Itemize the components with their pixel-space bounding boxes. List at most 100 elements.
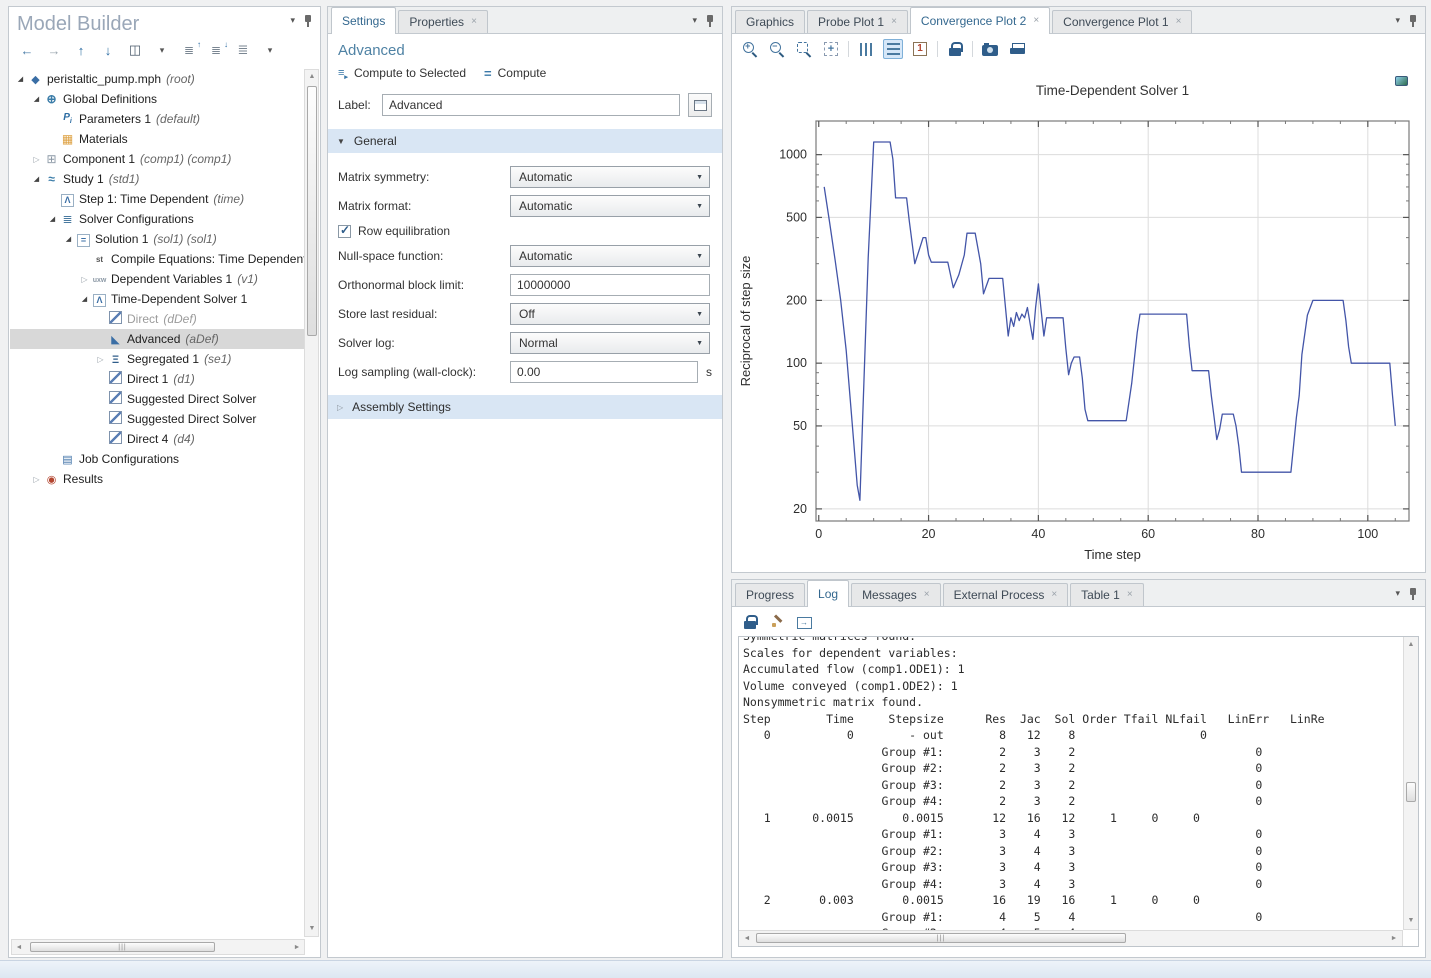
panel-pin-icon[interactable]	[304, 14, 313, 27]
zoom-out-icon[interactable]: −	[767, 39, 787, 59]
tree-item-global-definitions[interactable]: ◢⊕Global Definitions	[10, 89, 306, 109]
log-vertical-scrollbar[interactable]: ▲ ▼	[1403, 637, 1418, 930]
tree-item-solution-1[interactable]: ◢=Solution 1(sol1) (sol1)	[10, 229, 306, 249]
tree-item-study-1[interactable]: ◢≈Study 1(std1)	[10, 169, 306, 189]
tree-item-results[interactable]: ▷◉Results	[10, 469, 306, 489]
tree-item-compile-equations-time-dependent[interactable]: stCompile Equations: Time Dependent	[10, 249, 306, 269]
view-menu-icon[interactable]: ≣	[233, 40, 253, 60]
tree-collapsed-arrow-icon[interactable]: ▷	[30, 475, 43, 484]
move-up-icon[interactable]: ↑	[71, 40, 91, 60]
close-tab-icon[interactable]: ×	[1127, 590, 1133, 600]
zoom-extents-icon[interactable]: +	[821, 39, 841, 59]
tab-external-process[interactable]: External Process×	[943, 583, 1069, 606]
tree-expanded-arrow-icon[interactable]: ◢	[30, 175, 43, 183]
axis-limits-icon[interactable]: 1	[910, 39, 930, 59]
compute-to-selected-button[interactable]: ≡▸Compute to Selected	[338, 65, 466, 81]
section-general-header[interactable]: ▼ General	[328, 129, 722, 153]
panel-pin-icon[interactable]	[1409, 587, 1418, 600]
tree-expanded-arrow-icon[interactable]: ◢	[62, 235, 75, 243]
export-log-icon[interactable]: →	[794, 612, 814, 632]
clear-log-icon[interactable]	[767, 612, 787, 632]
plot-group-icon[interactable]	[1395, 75, 1408, 89]
zoom-in-icon[interactable]: +	[740, 39, 760, 59]
close-tab-icon[interactable]: ×	[1033, 16, 1039, 26]
snapshot-icon[interactable]	[980, 39, 1000, 59]
matrix-symmetry-select[interactable]: Automatic▼	[510, 166, 710, 188]
tree-item-segregated-1[interactable]: ▷ΞSegregated 1(se1)	[10, 349, 306, 369]
tree-horizontal-scrollbar[interactable]: ◄ ► |||	[11, 939, 305, 955]
tab-graphics[interactable]: Graphics	[735, 10, 805, 33]
tree-item-time-dependent-solver-1[interactable]: ◢ΛTime-Dependent Solver 1	[10, 289, 306, 309]
y-log-axis-icon[interactable]	[856, 39, 876, 59]
caret-icon[interactable]: ▾	[260, 40, 280, 60]
close-tab-icon[interactable]: ×	[1176, 17, 1182, 27]
tab-convergence-plot-2[interactable]: Convergence Plot 2×	[910, 7, 1050, 34]
tree-collapsed-arrow-icon[interactable]: ▷	[30, 155, 43, 164]
previous-node-icon[interactable]: ←	[17, 40, 37, 60]
tree-collapsed-arrow-icon[interactable]: ▷	[78, 275, 91, 284]
caret-icon[interactable]: ▾	[152, 40, 172, 60]
scrollbar-thumb[interactable]	[307, 86, 317, 336]
tree-item-direct-4[interactable]: Direct 4(d4)	[10, 429, 306, 449]
x-log-axis-icon[interactable]	[883, 39, 903, 59]
log-sampling-wall-clock-input[interactable]: 0.00	[510, 361, 698, 383]
zoom-box-icon[interactable]	[794, 39, 814, 59]
tree-expanded-arrow-icon[interactable]: ◢	[14, 75, 27, 83]
tab-log[interactable]: Log	[807, 580, 849, 607]
tree-item-advanced[interactable]: ◣Advanced(aDef)	[10, 329, 306, 349]
panel-pin-icon[interactable]	[1409, 14, 1418, 27]
panel-menu-caret-icon[interactable]: ▾	[1395, 588, 1400, 599]
tree-item-parameters-1[interactable]: PiParameters 1(default)	[10, 109, 306, 129]
tree-item-solver-configurations[interactable]: ◢≣Solver Configurations	[10, 209, 306, 229]
panel-pin-icon[interactable]	[706, 14, 715, 27]
tree-item-direct-1[interactable]: Direct 1(d1)	[10, 369, 306, 389]
scroll-up-arrow-icon[interactable]: ▲	[305, 70, 319, 84]
tree-item-component-1[interactable]: ▷⊞Component 1(comp1) (comp1)	[10, 149, 306, 169]
scroll-down-arrow-icon[interactable]: ▼	[1404, 914, 1418, 928]
tab-progress[interactable]: Progress	[735, 583, 805, 606]
close-tab-icon[interactable]: ×	[1051, 590, 1057, 600]
row-equilibration-checkbox[interactable]	[338, 225, 351, 238]
move-down-icon[interactable]: ↓	[98, 40, 118, 60]
close-tab-icon[interactable]: ×	[924, 590, 930, 600]
tree-item-dependent-variables-1[interactable]: ▷uxwDependent Variables 1(v1)	[10, 269, 306, 289]
scroll-down-arrow-icon[interactable]: ▼	[305, 922, 319, 936]
scroll-right-arrow-icon[interactable]: ►	[290, 941, 304, 955]
scrollbar-thumb[interactable]: |||	[756, 933, 1126, 943]
show-icon[interactable]: ◫	[125, 40, 145, 60]
next-node-icon[interactable]: →	[44, 40, 64, 60]
tree-collapsed-arrow-icon[interactable]: ▷	[94, 355, 107, 364]
tree-expanded-arrow-icon[interactable]: ◢	[46, 215, 59, 223]
lock-log-icon[interactable]	[740, 612, 760, 632]
tree-item-step-1-time-dependent[interactable]: ΛStep 1: Time Dependent(time)	[10, 189, 306, 209]
scroll-right-arrow-icon[interactable]: ►	[1387, 932, 1401, 946]
tab-settings[interactable]: Settings	[331, 7, 396, 34]
panel-menu-caret-icon[interactable]: ▾	[692, 15, 697, 26]
scroll-left-arrow-icon[interactable]: ◄	[740, 932, 754, 946]
label-options-button[interactable]	[688, 93, 712, 117]
convergence-plot-canvas[interactable]: Time-Dependent Solver 120501002005001000…	[732, 69, 1425, 567]
tab-probe-plot-1[interactable]: Probe Plot 1×	[807, 10, 908, 33]
scrollbar-thumb[interactable]: |||	[30, 942, 215, 952]
scrollbar-thumb[interactable]	[1406, 782, 1416, 802]
tree-item-peristaltic-pump-mph[interactable]: ◢◆peristaltic_pump.mph(root)	[10, 69, 306, 89]
tab-messages[interactable]: Messages×	[851, 583, 941, 606]
tree-vertical-scrollbar[interactable]: ▲ ▼	[304, 69, 319, 937]
label-input[interactable]: Advanced	[382, 94, 680, 116]
lock-axes-icon[interactable]	[945, 39, 965, 59]
collapse-all-icon[interactable]: ≣↓	[206, 40, 226, 60]
section-assembly-header[interactable]: ▷ Assembly Settings	[328, 395, 722, 419]
tab-table-1[interactable]: Table 1×	[1070, 583, 1144, 606]
matrix-format-select[interactable]: Automatic▼	[510, 195, 710, 217]
log-horizontal-scrollbar[interactable]: ◄ ► |||	[739, 930, 1403, 946]
print-icon[interactable]	[1007, 39, 1027, 59]
tree-item-direct[interactable]: Direct(dDef)	[10, 309, 306, 329]
close-tab-icon[interactable]: ×	[891, 17, 897, 27]
tree-item-suggested-direct-solver[interactable]: Suggested Direct Solver	[10, 409, 306, 429]
tree-item-materials[interactable]: ▦Materials	[10, 129, 306, 149]
orthonormal-block-limit-input[interactable]: 10000000	[510, 274, 710, 296]
tree-item-job-configurations[interactable]: ▤Job Configurations	[10, 449, 306, 469]
tree-expanded-arrow-icon[interactable]: ◢	[30, 95, 43, 103]
scroll-left-arrow-icon[interactable]: ◄	[12, 941, 26, 955]
store-last-residual-select[interactable]: Off▼	[510, 303, 710, 325]
